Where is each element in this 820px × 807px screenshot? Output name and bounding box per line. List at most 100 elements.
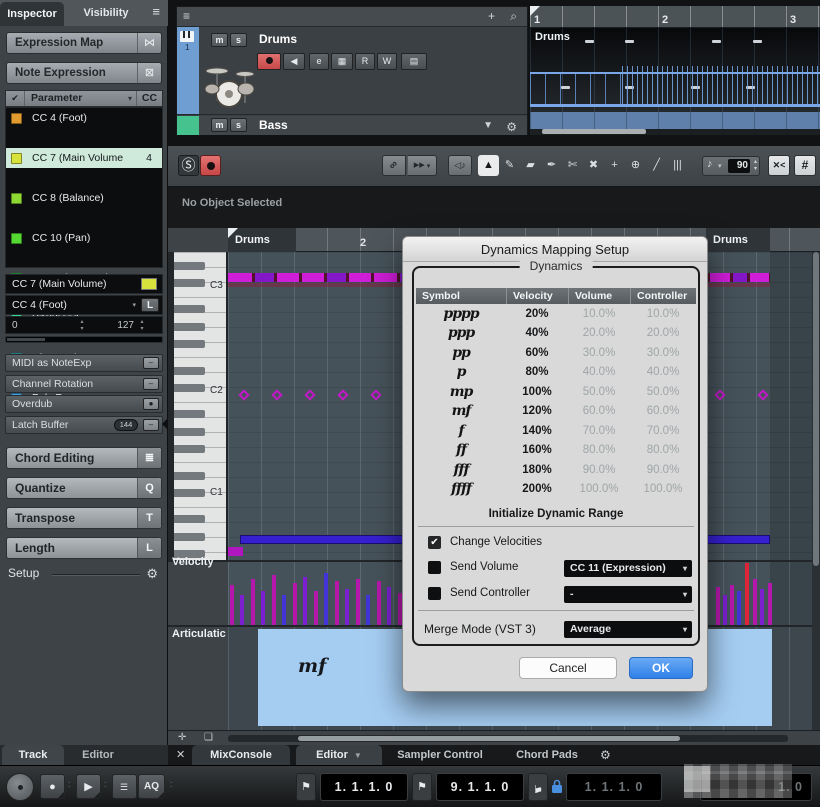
table-row[interactable]: mp 100% 50.0% 50.0%: [416, 382, 696, 402]
acoustic-feedback-button[interactable]: ◁♪: [448, 155, 472, 176]
black-key[interactable]: [174, 410, 205, 418]
initialize-dynamic-range-button[interactable]: Initialize Dynamic Range: [414, 508, 698, 520]
velocity-bar[interactable]: [387, 587, 391, 625]
section-badge[interactable]: Q: [137, 478, 161, 498]
add-track-icon[interactable]: +: [488, 9, 495, 23]
velocity-bar[interactable]: [760, 589, 764, 625]
chevron-down-icon[interactable]: ▾: [425, 163, 430, 170]
track-button[interactable]: ▤: [401, 53, 427, 70]
track-color-strip[interactable]: 1: [177, 27, 199, 114]
velocity-bar[interactable]: [261, 591, 265, 625]
section-badge[interactable]: T: [137, 508, 161, 528]
option-toggle-button[interactable]: –: [143, 419, 159, 431]
stepper-icon[interactable]: ▴▾: [754, 159, 757, 173]
section-bar[interactable]: Length L: [6, 537, 162, 559]
parameter-list-header[interactable]: ✔ Parameter ▾ CC: [5, 90, 163, 107]
velocity-bar[interactable]: [251, 579, 255, 625]
tool-zoom[interactable]: ⊕: [625, 155, 646, 176]
black-key[interactable]: [174, 515, 205, 523]
velocity-bar[interactable]: [723, 595, 727, 625]
range-slider[interactable]: [5, 336, 163, 343]
metronome-button[interactable]: [6, 773, 34, 801]
part-tab-right[interactable]: Drums: [706, 228, 770, 252]
send-controller-dropdown[interactable]: -▾: [564, 586, 692, 603]
table-row[interactable]: f 140% 70.0% 70.0%: [416, 421, 696, 441]
cancel-button[interactable]: Cancel: [519, 657, 617, 679]
track-color-strip[interactable]: [177, 116, 199, 135]
tab-chord-pads[interactable]: Chord Pads: [512, 745, 582, 765]
midi-note[interactable]: [302, 273, 324, 282]
aq-button[interactable]: AQ: [138, 774, 165, 799]
velocity-bar[interactable]: [293, 583, 297, 625]
stepper-icon[interactable]: ▴▾: [78, 319, 86, 333]
editor-solo-button[interactable]: Ⓢ: [178, 155, 199, 176]
locator-display[interactable]: 9. 1. 1. 0: [436, 773, 524, 801]
secondary-position-display[interactable]: 1. 1. 1. 0: [566, 773, 662, 801]
table-row[interactable]: mf 120% 60.0% 60.0%: [416, 402, 696, 422]
chevron-down-icon[interactable]: ▾: [132, 301, 136, 309]
midi-note[interactable]: [277, 273, 299, 282]
merge-mode-dropdown[interactable]: Average▾: [564, 621, 692, 638]
record-mode-button[interactable]: ●: [40, 774, 65, 799]
expression-map-icon[interactable]: ⋈: [137, 33, 161, 53]
velocity-bar[interactable]: [324, 573, 328, 625]
black-key[interactable]: [174, 367, 205, 375]
velocity-bar[interactable]: [737, 591, 741, 625]
table-row[interactable]: ppp 40% 20.0% 20.0%: [416, 324, 696, 344]
solo-button[interactable]: s: [230, 118, 247, 132]
close-icon[interactable]: ✕: [176, 748, 185, 761]
link-projects-button[interactable]: ∞: [382, 155, 406, 176]
collapse-icon[interactable]: ▼: [483, 120, 493, 131]
velocity-bar[interactable]: [230, 585, 234, 625]
parameter-row[interactable]: CC 4 (Foot): [6, 108, 162, 128]
track-button[interactable]: ◀: [283, 53, 305, 70]
tool-timewarp[interactable]: |||: [667, 155, 688, 176]
learn-button[interactable]: L: [141, 298, 159, 312]
track-button[interactable]: e: [309, 53, 329, 70]
page-icon[interactable]: ❏: [204, 732, 213, 743]
velocity-bar[interactable]: [366, 595, 370, 625]
find-track-icon[interactable]: ⌕: [510, 9, 517, 24]
black-key[interactable]: [174, 445, 205, 453]
velocity-bar[interactable]: [282, 595, 286, 625]
send-volume-checkbox[interactable]: [428, 561, 441, 574]
velocity-bar[interactable]: [745, 563, 749, 625]
tab-track[interactable]: Track: [2, 745, 64, 765]
black-key[interactable]: [174, 472, 205, 480]
track-name[interactable]: Bass: [259, 118, 288, 132]
project-hscrollbar[interactable]: [530, 129, 820, 135]
send-controller-checkbox[interactable]: [428, 587, 441, 600]
project-ruler[interactable]: 123: [530, 6, 820, 28]
black-key[interactable]: [174, 340, 205, 348]
black-key[interactable]: [174, 262, 205, 270]
table-row[interactable]: ffff 200% 100.0% 100.0%: [416, 480, 696, 500]
track-button[interactable]: [257, 53, 281, 70]
table-row[interactable]: pppp 20% 10.0% 10.0%: [416, 304, 696, 324]
midi-note[interactable]: [750, 273, 769, 282]
scrollbar-thumb[interactable]: [298, 736, 680, 741]
cc-column-header[interactable]: CC: [136, 91, 162, 106]
piano-keyboard[interactable]: C3C2C1: [174, 252, 228, 560]
parameter-row[interactable]: CC 10 (Pan): [6, 228, 162, 248]
right-locator-button[interactable]: ⚑: [412, 773, 432, 801]
track-button[interactable]: W: [377, 53, 397, 70]
option-toggle-button[interactable]: –: [143, 378, 159, 390]
track-bass[interactable]: m s Bass ▼ ⚙: [177, 116, 527, 135]
bass-part-strip[interactable]: [530, 112, 820, 129]
black-key[interactable]: [174, 323, 205, 331]
chevron-down-icon[interactable]: ▾: [128, 91, 132, 106]
mute-button[interactable]: m: [211, 33, 228, 47]
midi-note[interactable]: [327, 273, 346, 282]
velocity-bar[interactable]: [716, 587, 720, 625]
velocity-bar[interactable]: [768, 583, 772, 625]
velocity-bar[interactable]: [314, 591, 318, 625]
left-locator-button[interactable]: ⚑: [296, 773, 316, 801]
tab-mixconsole[interactable]: MixConsole: [192, 745, 290, 765]
option-row[interactable]: Latch Buffer 144 –: [5, 416, 163, 434]
solo-button[interactable]: s: [230, 33, 247, 47]
tool-trim[interactable]: ✒: [541, 155, 562, 176]
tool-glue[interactable]: +: [604, 155, 625, 176]
quantize-mode-button[interactable]: ☰: [112, 774, 137, 799]
range-min[interactable]: 0: [12, 317, 18, 335]
stepper-icon[interactable]: ▴▾: [138, 319, 146, 333]
